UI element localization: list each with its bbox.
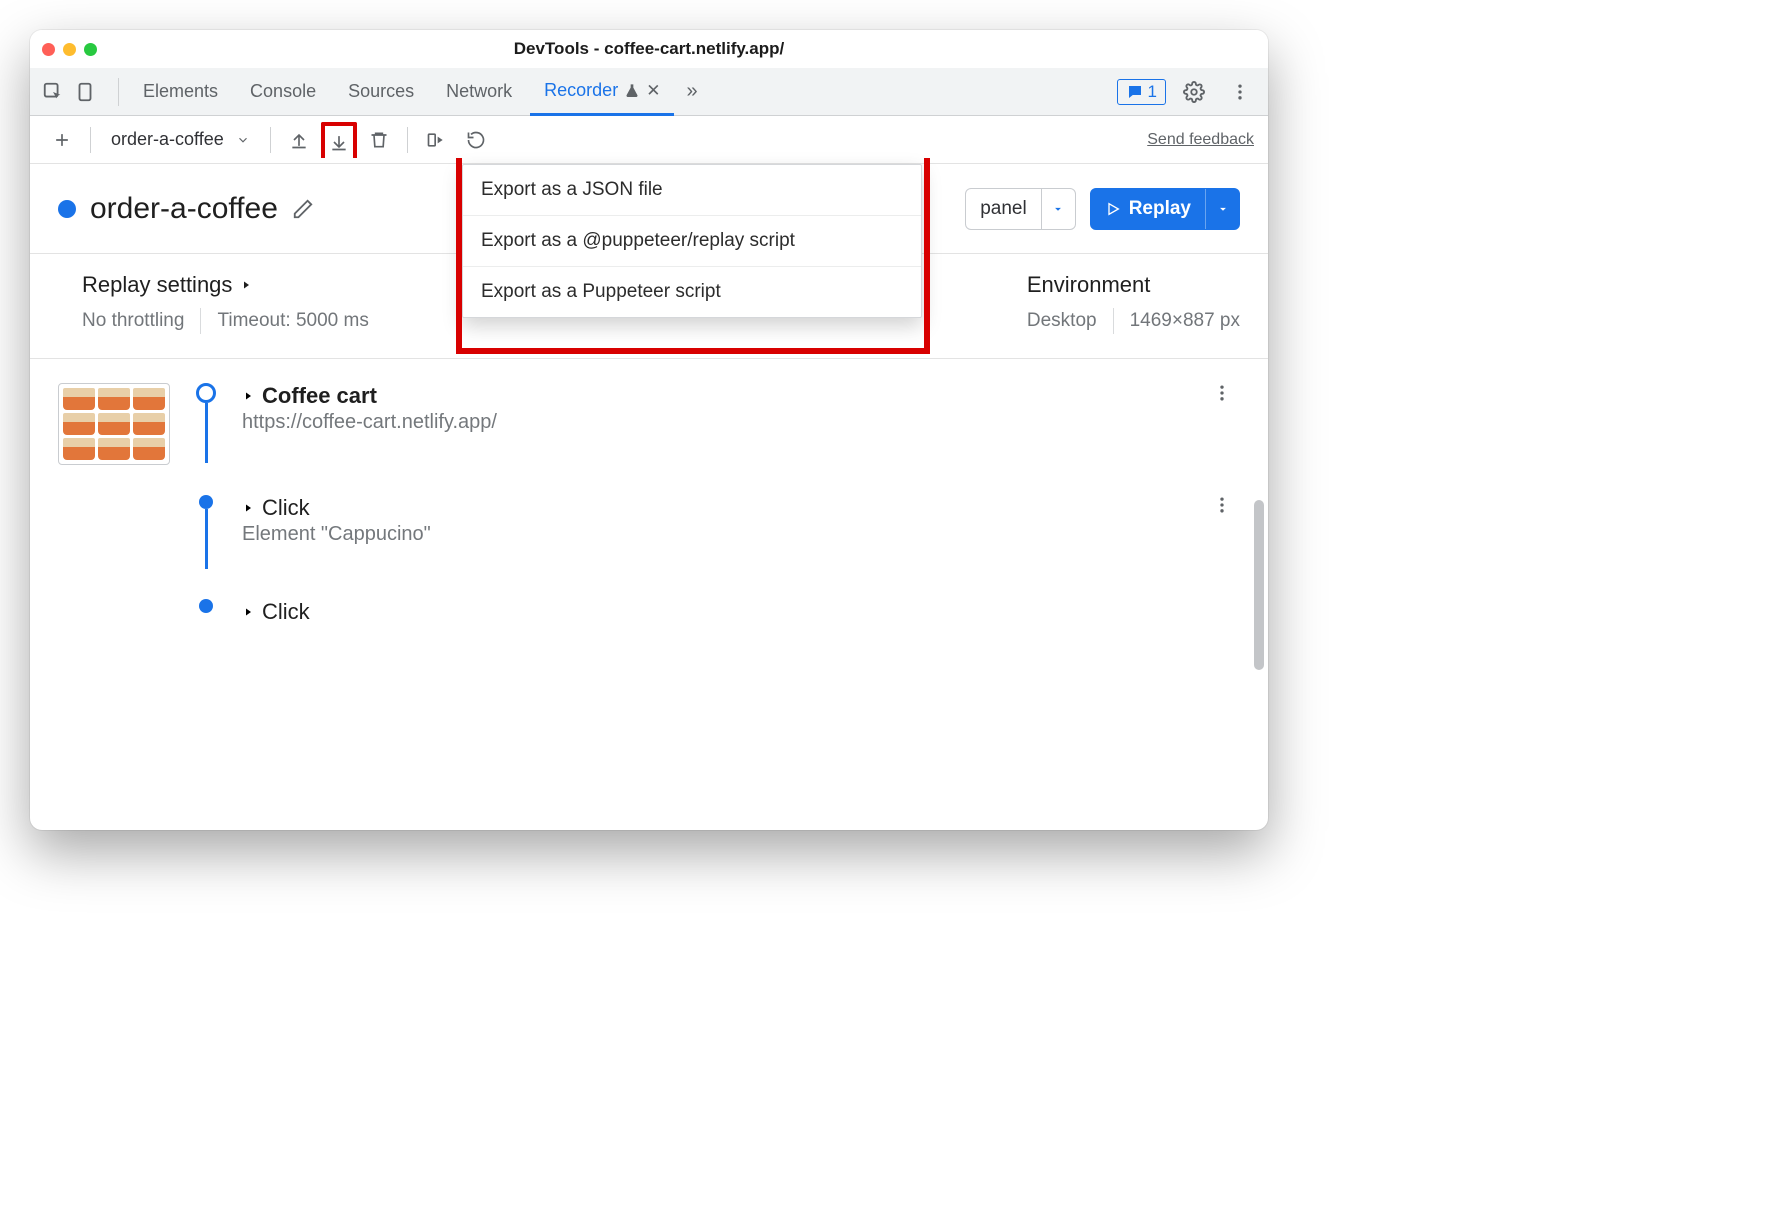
more-menu-icon[interactable] [1222, 74, 1258, 110]
tab-recorder[interactable]: Recorder ✕ [530, 69, 674, 116]
console-messages-badge[interactable]: 1 [1117, 79, 1166, 105]
separator [118, 78, 119, 106]
replay-step-icon[interactable] [458, 122, 494, 158]
tabs-overflow-icon[interactable]: » [678, 80, 705, 103]
delete-icon[interactable] [361, 122, 397, 158]
recording-heading-row: order-a-coffee Export as a JSON file Exp… [30, 164, 1268, 254]
status-dot-icon [58, 200, 76, 218]
step-row: Click [58, 599, 1240, 625]
edit-name-icon[interactable] [292, 198, 314, 220]
timeline-node-icon [196, 383, 216, 403]
tab-sources[interactable]: Sources [334, 68, 428, 115]
resolution-value: 1469×887 px [1130, 310, 1240, 332]
step-title: Click [262, 495, 310, 521]
recorder-toolbar: order-a-coffee Send feedback [30, 116, 1268, 164]
panel-button-label: panel [980, 198, 1027, 220]
expand-right-icon [242, 502, 254, 514]
environment-col: Environment Desktop 1469×887 px [1027, 272, 1240, 334]
device-value: Desktop [1027, 310, 1097, 332]
recording-name: order-a-coffee [111, 129, 224, 150]
expand-right-icon [242, 606, 254, 618]
new-recording-icon[interactable] [44, 122, 80, 158]
experiment-flask-icon [624, 83, 640, 99]
tab-label: Elements [143, 81, 218, 102]
step-subtitle: Element "Cappucino" [242, 523, 1188, 546]
step-title: Click [262, 599, 310, 625]
expand-right-icon [240, 279, 252, 291]
tab-label: Sources [348, 81, 414, 102]
timeout-value: Timeout: 5000 ms [217, 310, 368, 332]
step-over-icon[interactable] [418, 122, 454, 158]
timeline [194, 495, 218, 569]
timeline-node-icon [199, 599, 213, 613]
timeline [194, 599, 218, 613]
tab-elements[interactable]: Elements [129, 68, 232, 115]
export-dropdown-menu: Export as a JSON file Export as a @puppe… [462, 164, 922, 318]
step-title: Coffee cart [262, 383, 377, 409]
separator [1113, 308, 1114, 334]
play-icon [1105, 201, 1121, 217]
step-thumbnail [58, 383, 170, 465]
send-feedback-link[interactable]: Send feedback [1147, 131, 1254, 149]
tab-label: Recorder [544, 80, 618, 101]
expand-right-icon [242, 390, 254, 402]
tab-network[interactable]: Network [432, 68, 526, 115]
titlebar: DevTools - coffee-cart.netlify.app/ [30, 30, 1268, 68]
separator [90, 127, 91, 153]
settings-gear-icon[interactable] [1176, 74, 1212, 110]
performance-panel-button[interactable]: panel [965, 188, 1076, 230]
step-menu-icon[interactable] [1212, 495, 1240, 515]
separator [200, 308, 201, 334]
replay-button[interactable]: Replay [1090, 188, 1240, 230]
step-row: Coffee cart https://coffee-cart.netlify.… [58, 383, 1240, 495]
step-subtitle: https://coffee-cart.netlify.app/ [242, 411, 1188, 434]
import-icon[interactable] [281, 122, 317, 158]
replay-dropdown-icon[interactable] [1205, 189, 1239, 229]
recording-selector[interactable]: order-a-coffee [101, 122, 260, 158]
separator [270, 127, 271, 153]
close-tab-icon[interactable]: ✕ [646, 81, 660, 101]
step-body[interactable]: Click [242, 599, 1240, 625]
device-toolbar-icon[interactable] [72, 79, 98, 105]
tab-label: Network [446, 81, 512, 102]
export-json-item[interactable]: Export as a JSON file [463, 165, 921, 216]
step-menu-icon[interactable] [1212, 383, 1240, 403]
step-body[interactable]: Coffee cart https://coffee-cart.netlify.… [242, 383, 1188, 434]
recording-title: order-a-coffee [90, 192, 278, 226]
step-row: Click Element "Cappucino" [58, 495, 1240, 599]
chevron-down-icon [236, 133, 250, 147]
panel-dropdown-icon[interactable] [1041, 189, 1075, 229]
tab-label: Console [250, 81, 316, 102]
timeline-node-icon [199, 495, 213, 509]
devtools-tabstrip: Elements Console Sources Network Recorde… [30, 68, 1268, 116]
message-icon [1126, 83, 1144, 101]
timeline [194, 383, 218, 463]
throttle-value: No throttling [82, 310, 184, 332]
replay-settings-col: Replay settings No throttling Timeout: 5… [82, 272, 369, 334]
replay-settings-heading[interactable]: Replay settings [82, 272, 369, 298]
steps-list: Coffee cart https://coffee-cart.netlify.… [30, 359, 1268, 649]
tab-console[interactable]: Console [236, 68, 330, 115]
export-icon[interactable] [321, 122, 357, 158]
inspect-element-icon[interactable] [40, 79, 66, 105]
timeline-line [205, 403, 208, 463]
replay-button-label: Replay [1129, 198, 1191, 220]
environment-heading: Environment [1027, 272, 1240, 298]
step-body[interactable]: Click Element "Cappucino" [242, 495, 1188, 546]
export-puppeteer-replay-item[interactable]: Export as a @puppeteer/replay script [463, 216, 921, 267]
message-count: 1 [1148, 82, 1157, 102]
window-title: DevTools - coffee-cart.netlify.app/ [30, 39, 1268, 59]
devtools-window: DevTools - coffee-cart.netlify.app/ Elem… [30, 30, 1268, 830]
separator [407, 127, 408, 153]
export-puppeteer-item[interactable]: Export as a Puppeteer script [463, 267, 921, 317]
scrollbar[interactable] [1254, 500, 1264, 670]
timeline-line [205, 509, 208, 569]
